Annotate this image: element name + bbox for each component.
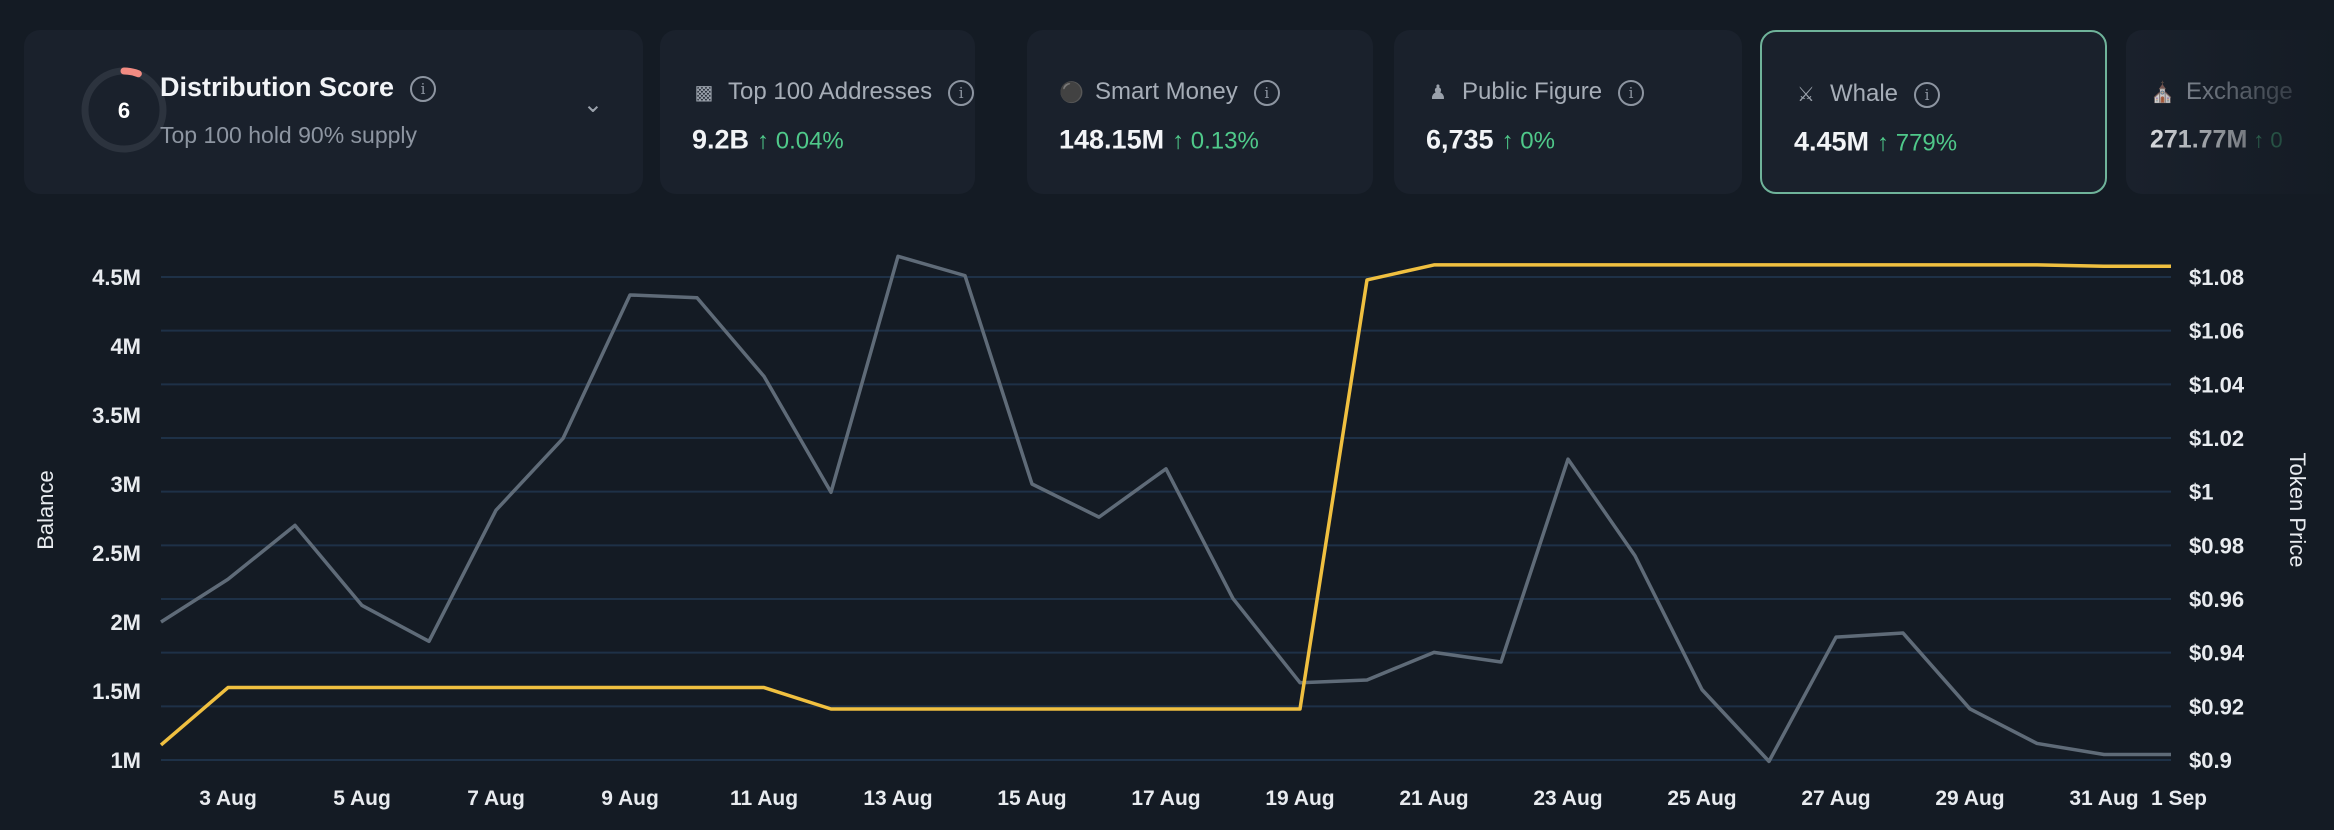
x-tick-label: 11 Aug [730,787,798,810]
y2-tick-label: $0.92 [2189,694,2244,719]
balance-price-chart: $0.9 $0.92 $0.94 $0.96 $0.98 $1 $1.02 $1.04 $1.0… [33,254,2310,810]
x-tick-label: 13 Aug [863,787,932,810]
x-tick-label: 21 Aug [1399,787,1468,810]
token-price-line [159,263,2171,747]
x-tick-label: 25 Aug [1667,787,1736,810]
x-tick-label: 7 Aug [467,787,525,810]
y2-tick-label: $1.08 [2189,265,2244,290]
x-tick-label: 27 Aug [1801,787,1870,810]
y2-tick-label: $1.02 [2189,426,2244,451]
x-tick-label: 31 Aug [2069,787,2138,810]
y-tick-label: 4M [110,334,141,359]
y-tick-label: 2.5M [92,541,141,566]
x-tick-label: 9 Aug [601,787,659,810]
y-tick-label: 2M [110,610,141,635]
x-tick-label: 23 Aug [1533,787,1602,810]
x-tick-label: 1 Sep [2151,787,2207,810]
y-tick-label: 4.5M [92,265,141,290]
y2-tick-label: $1.06 [2189,319,2244,344]
y-tick-label: 3.5M [92,403,141,428]
x-tick-label: 3 Aug [199,787,257,810]
x-tick-label: 19 Aug [1265,787,1334,810]
y2-axis-label: Token Price [2285,453,2310,568]
y2-tick-label: $0.94 [2189,641,2245,666]
y2-tick-label: $1.04 [2189,372,2245,397]
x-tick-label: 29 Aug [1935,787,2004,810]
balance-line [160,254,2171,764]
y2-tick-label: $0.98 [2189,533,2244,558]
x-tick-label: 5 Aug [333,787,391,810]
y-axis-label: Balance [33,470,58,550]
y-tick-label: 1M [110,748,141,773]
y2-tick-label: $0.9 [2189,748,2232,773]
x-tick-label: 15 Aug [997,787,1066,810]
y2-tick-label: $1 [2189,480,2213,505]
y2-tick-label: $0.96 [2189,587,2244,612]
x-tick-label: 17 Aug [1131,787,1200,810]
y-tick-label: 1.5M [92,679,141,704]
y-tick-label: 3M [110,472,141,497]
